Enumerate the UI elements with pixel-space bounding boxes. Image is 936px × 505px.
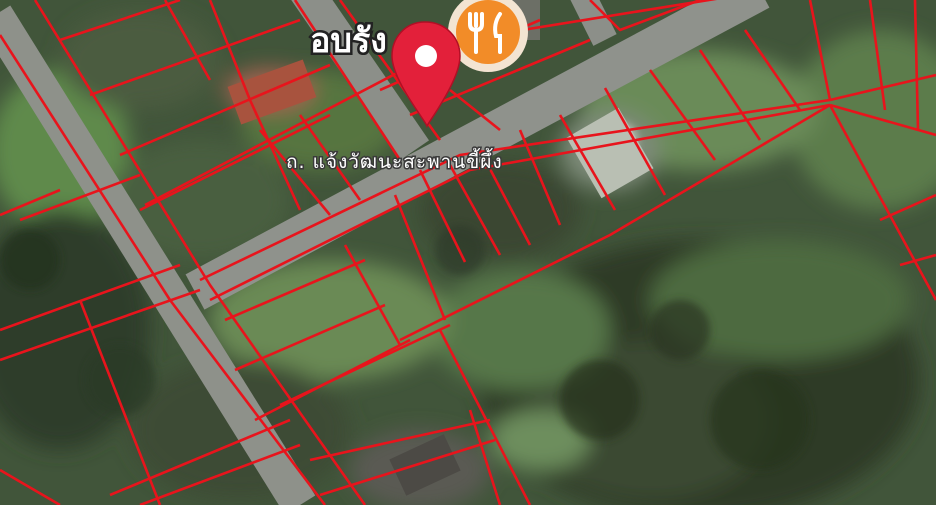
place-name-label: อบรัง [310,21,387,61]
satellite-map[interactable]: อบรัง ถ. แจ้งวัฒนะสะพานขี้ผึ้ง [0,0,936,505]
road-name-label: ถ. แจ้งวัฒนะสะพานขี้ผึ้ง [286,148,503,173]
map-canvas[interactable]: อบรัง ถ. แจ้งวัฒนะสะพานขี้ผึ้ง [0,0,936,505]
